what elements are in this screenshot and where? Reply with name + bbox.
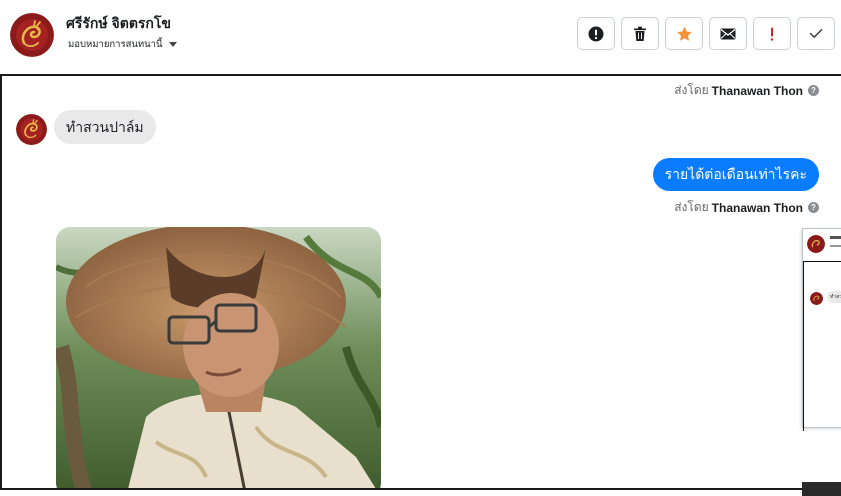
mark-spam-button[interactable] xyxy=(577,17,615,50)
star-icon xyxy=(676,26,692,41)
mini-conversation-preview[interactable]: ทำสวน xyxy=(802,228,841,431)
mini-thread: ทำสวน xyxy=(803,261,841,431)
contact-name: ศรีรักษ์ จิตตรกโข xyxy=(66,15,171,31)
mini-sender-avatar xyxy=(810,292,823,305)
mini-avatar xyxy=(807,235,825,253)
incoming-message-bubble[interactable]: ทำสวนปาล์ม xyxy=(54,110,156,144)
photo-attachment[interactable] xyxy=(56,227,381,488)
follow-up-button[interactable] xyxy=(753,17,791,50)
sent-by-prefix: ส่งโดย xyxy=(674,83,709,97)
mini-name-line xyxy=(830,236,841,239)
sent-by-name: Thanawan Thon xyxy=(711,83,803,98)
question-icon[interactable]: ? xyxy=(808,202,819,213)
alert-circle-icon xyxy=(588,26,604,41)
sent-by-label: ส่งโดย Thanawan Thon ? xyxy=(674,81,819,100)
assign-conversation-dropdown[interactable]: มอบหมายการสนทนานี้ xyxy=(68,37,177,52)
conversation-toolbar xyxy=(577,17,835,50)
mini-message-bubble: ทำสวน xyxy=(827,291,841,303)
dragon-emblem-icon xyxy=(807,235,825,253)
sent-by-name: Thanawan Thon xyxy=(711,200,803,215)
envelope-icon xyxy=(720,28,736,39)
dragon-emblem-icon xyxy=(10,13,54,57)
star-button[interactable] xyxy=(665,17,703,50)
message-thread[interactable]: ส่งโดย Thanawan Thon ? ทำสวนปาล์ม รายได้… xyxy=(0,74,841,490)
assign-label: มอบหมายการสนทนานี้ xyxy=(68,39,163,50)
question-icon[interactable]: ? xyxy=(808,85,819,96)
delete-button[interactable] xyxy=(621,17,659,50)
man-in-straw-hat-photo xyxy=(56,227,381,488)
sender-avatar[interactable] xyxy=(16,114,47,145)
sent-by-label: ส่งโดย Thanawan Thon ? xyxy=(674,198,819,217)
trash-icon xyxy=(634,26,646,41)
dragon-emblem-icon xyxy=(810,292,823,305)
done-button[interactable] xyxy=(797,17,835,50)
outgoing-message-bubble[interactable]: รายได้ต่อเดือนเท่าไรคะ xyxy=(652,158,819,191)
caret-down-icon xyxy=(168,42,177,47)
mini-preview-footer xyxy=(802,482,841,496)
mark-unread-button[interactable] xyxy=(709,17,747,50)
sent-by-prefix: ส่งโดย xyxy=(674,200,709,214)
mini-assign-line xyxy=(830,245,841,247)
conversation-header: ศรีรักษ์ จิตตรกโข มอบหมายการสนทนานี้ xyxy=(0,0,841,74)
exclamation-icon xyxy=(770,27,774,41)
dragon-emblem-icon xyxy=(16,114,47,145)
contact-avatar[interactable] xyxy=(10,13,54,57)
check-icon xyxy=(809,29,823,38)
